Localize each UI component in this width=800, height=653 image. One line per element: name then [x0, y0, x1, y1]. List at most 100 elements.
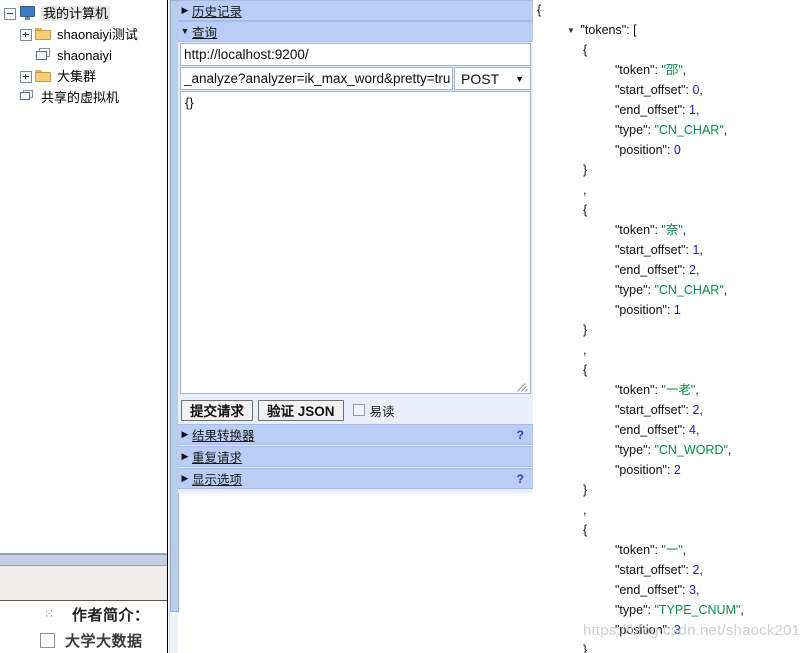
footer-grey-strip: [0, 566, 167, 601]
checkbox-box-icon[interactable]: [352, 404, 365, 416]
repeat-request-section-label[interactable]: 重复请求: [192, 447, 242, 466]
type-value: "CN_CHAR": [654, 123, 724, 137]
end-offset-value: 2: [688, 263, 696, 277]
json-type-line: "type": "CN_CHAR",: [615, 123, 728, 137]
type-value: "CN_WORD": [654, 443, 728, 457]
url-path-input[interactable]: _analyze?analyzer=ik_max_word&pretty=tru: [180, 67, 453, 90]
type-value: "CN_CHAR": [654, 283, 724, 297]
json-comma: ,: [583, 343, 587, 357]
tree-item-3[interactable]: 大集群: [0, 66, 167, 87]
type-key: "type":: [615, 283, 655, 297]
tree-item-2[interactable]: shaonaiyi: [0, 45, 167, 66]
result-transformer-section-label[interactable]: 结果转换器: [192, 425, 255, 444]
tree-item-label: 共享的虚拟机: [41, 90, 120, 105]
json-lines: {▼ "tokens": [{"token": "邵", "start_offse…: [533, 0, 800, 653]
json-object-open: {: [583, 363, 588, 377]
blog-item-row: 大学大数据: [0, 627, 167, 653]
collapse-icon[interactable]: [4, 7, 16, 20]
collapse-toggle-icon[interactable]: ▼: [567, 21, 577, 41]
url-method-row: _analyze?analyzer=ik_max_word&pretty=tru…: [180, 67, 531, 90]
json-end-offset-line: "end_offset": 2,: [615, 263, 700, 277]
json-token-line: "token": "一老",: [615, 383, 699, 397]
expand-icon[interactable]: [20, 70, 32, 83]
tree-item-4[interactable]: 共享的虚拟机: [0, 87, 167, 108]
footer-blue-strip: [0, 554, 167, 566]
token-value: "奈": [661, 223, 683, 237]
position-value: 0: [673, 143, 681, 157]
http-method-select[interactable]: POST ▼: [454, 67, 531, 90]
json-start-offset-line: "start_offset": 2,: [615, 563, 703, 577]
blog-footer-region: ⁙ 作者简介： 大学大数据: [0, 553, 167, 653]
token-value: "邵": [661, 63, 683, 77]
json-start-offset-line: "start_offset": 1,: [615, 243, 703, 257]
json-token-line: "token": "一",: [615, 543, 687, 557]
position-value: 1: [673, 303, 681, 317]
tree-item-label: shaonaiyi测试: [57, 27, 138, 42]
help-icon[interactable]: ?: [517, 428, 524, 442]
result-transformer-section-header[interactable]: ▶ 结果转换器?: [178, 424, 533, 445]
shared-vm-icon: [19, 90, 36, 105]
readable-checkbox[interactable]: 易读: [352, 401, 395, 420]
watermark-text: https://blog.csdn.net/shaock2018: [583, 622, 800, 639]
history-section-label[interactable]: 历史记录: [192, 1, 242, 20]
type-key: "type":: [615, 123, 655, 137]
end-offset-value: 1: [688, 103, 696, 117]
resize-grip-icon[interactable]: [516, 379, 529, 392]
request-body-value: {}: [185, 95, 194, 110]
vm-tree: 我的计算机 shaonaiyi测试 shaonaiyi 大集群共享的虚拟机: [0, 0, 167, 108]
json-type-line: "type": "CN_CHAR",: [615, 283, 728, 297]
readable-checkbox-label: 易读: [369, 404, 395, 419]
tree-item-0[interactable]: 我的计算机: [0, 3, 167, 24]
blog-item-label: 大学大数据: [65, 632, 143, 650]
json-start-offset-line: "start_offset": 2,: [615, 403, 703, 417]
json-object-close: }: [583, 643, 588, 653]
type-value: "TYPE_CNUM": [654, 603, 741, 617]
validate-json-button[interactable]: 验证 JSON: [258, 399, 344, 421]
request-section-label[interactable]: 查询: [192, 22, 217, 41]
tree-item-label: shaonaiyi: [57, 48, 112, 63]
expand-icon[interactable]: [20, 28, 32, 41]
chevron-right-icon: ▶: [181, 5, 189, 15]
end-offset-key: "end_offset":: [615, 263, 689, 277]
blog-author-row: ⁙ 作者简介：: [0, 601, 167, 627]
checkbox-icon[interactable]: [40, 632, 55, 648]
computer-icon: [19, 6, 36, 21]
history-section-header[interactable]: ▶ 历史记录: [178, 0, 533, 21]
display-options-section-header[interactable]: ▶ 显示选项?: [178, 468, 533, 489]
end-offset-key: "end_offset":: [615, 583, 689, 597]
end-offset-key: "end_offset":: [615, 423, 689, 437]
token-key: "token":: [615, 63, 662, 77]
vm-panel-scrollbar[interactable]: [169, 0, 179, 653]
expand-collapse-icon[interactable]: ⁙: [36, 607, 62, 621]
repeat-request-section-header[interactable]: ▶ 重复请求: [178, 446, 533, 467]
chevron-right-icon: ▶: [181, 429, 189, 439]
request-section-header[interactable]: ▼ 查询: [178, 21, 533, 42]
folder-icon: [35, 69, 52, 84]
json-position-line: "position": 0: [533, 140, 800, 160]
end-offset-key: "end_offset":: [615, 103, 689, 117]
request-body-textarea[interactable]: {}: [180, 91, 531, 394]
tokens-key: "tokens": [: [577, 23, 637, 37]
json-object-close: }: [583, 163, 588, 177]
json-position-line: "position": 1: [533, 300, 800, 320]
tree-item-1[interactable]: shaonaiyi测试: [0, 24, 167, 45]
start-offset-key: "start_offset":: [615, 83, 693, 97]
tokens-array-line: ▼ "tokens": [: [533, 20, 800, 40]
collapsed-sections: ▶ 结果转换器? ▶ 重复请求 ▶ 显示选项?: [178, 423, 533, 489]
json-comma: ,: [583, 503, 587, 517]
token-key: "token":: [615, 543, 662, 557]
submit-request-button[interactable]: 提交请求: [181, 399, 253, 421]
json-token-line: "token": "奈",: [615, 223, 687, 237]
start-offset-key: "start_offset":: [615, 243, 693, 257]
json-end-offset-line: "end_offset": 4,: [615, 423, 700, 437]
base-url-input[interactable]: http://localhost:9200/: [180, 43, 531, 66]
http-method-value: POST: [461, 70, 500, 87]
display-options-section-label[interactable]: 显示选项: [192, 469, 242, 488]
help-icon[interactable]: ?: [517, 472, 524, 486]
blog-author-label: 作者简介：: [72, 606, 150, 624]
json-start-offset-line: "start_offset": 0,: [615, 83, 703, 97]
token-key: "token":: [615, 383, 662, 397]
json-token-line: "token": "邵",: [615, 63, 687, 77]
json-end-offset-line: "end_offset": 1,: [615, 103, 700, 117]
tree-twisty-none-icon: [20, 50, 32, 62]
